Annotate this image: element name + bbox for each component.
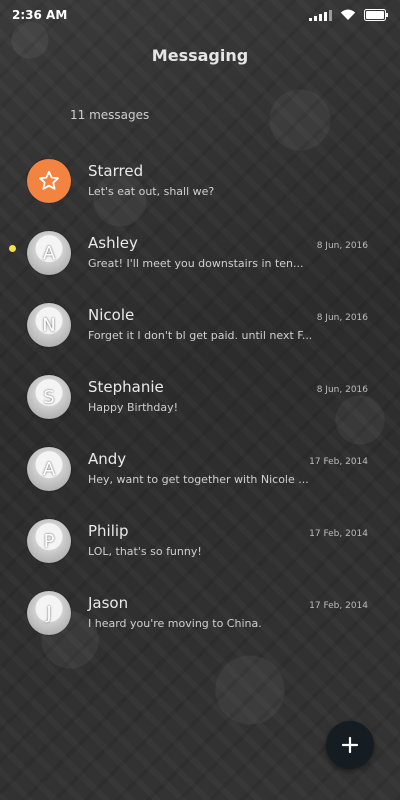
conversation-name: Ashley — [88, 234, 138, 252]
conversation-name: Stephanie — [88, 378, 164, 396]
conversation-row-stephanie[interactable]: S Stephanie Happy Birthday! 8 Jun, 2016 — [0, 366, 400, 438]
conversation-row-nicole[interactable]: N Nicole Forget it I don't bl get paid. … — [0, 294, 400, 366]
avatar: J — [27, 591, 71, 635]
new-message-button[interactable] — [326, 721, 374, 769]
avatar: N — [27, 303, 71, 347]
signal-icon — [309, 9, 332, 21]
conversation-name: Starred — [88, 162, 144, 180]
app-title: Messaging — [151, 46, 249, 65]
plus-icon — [341, 736, 359, 754]
conversation-row-starred[interactable]: Starred Let's eat out, shall we? — [0, 150, 400, 222]
conversation-name: Jason — [88, 594, 129, 612]
conversation-snippet: Forget it I don't bl get paid. until nex… — [88, 329, 313, 342]
conversation-row-andy[interactable]: A Andy Hey, want to get together with Ni… — [0, 438, 400, 510]
wifi-icon — [340, 9, 356, 21]
conversation-snippet: LOL, that's so funny! — [88, 545, 202, 558]
conversation-snippet: I heard you're moving to China. — [88, 617, 262, 630]
message-count: 11 messages — [70, 108, 150, 122]
conversation-name: Nicole — [88, 306, 135, 324]
conversation-row-jason[interactable]: J Jason I heard you're moving to China. … — [0, 582, 400, 654]
conversation-list: Starred Let's eat out, shall we? A Ashle… — [0, 150, 400, 654]
avatar: A — [27, 447, 71, 491]
star-icon — [27, 159, 71, 203]
avatar: S — [27, 375, 71, 419]
status-bar: 2:36 AM — [0, 0, 400, 30]
status-icons — [309, 9, 388, 21]
conversation-date: 17 Feb, 2014 — [309, 601, 368, 611]
conversation-snippet: Let's eat out, shall we? — [88, 185, 215, 198]
battery-icon — [364, 9, 388, 21]
conversation-date: 8 Jun, 2016 — [316, 241, 368, 251]
conversation-row-ashley[interactable]: A Ashley Great! I'll meet you downstairs… — [0, 222, 400, 294]
avatar: A — [27, 231, 71, 275]
conversation-date: 17 Feb, 2014 — [309, 457, 368, 467]
status-time: 2:36 AM — [12, 8, 68, 22]
conversation-snippet: Great! I'll meet you downstairs in ten..… — [88, 257, 304, 270]
conversation-snippet: Happy Birthday! — [88, 401, 179, 414]
avatar: P — [27, 519, 71, 563]
conversation-name: Andy — [88, 450, 127, 468]
conversation-row-philip[interactable]: P Philip LOL, that's so funny! 17 Feb, 2… — [0, 510, 400, 582]
conversation-snippet: Hey, want to get together with Nicole ..… — [88, 473, 309, 486]
conversation-date: 17 Feb, 2014 — [309, 529, 368, 539]
conversation-date: 8 Jun, 2016 — [316, 385, 368, 395]
conversation-date: 8 Jun, 2016 — [316, 313, 368, 323]
conversation-name: Philip — [88, 522, 129, 540]
